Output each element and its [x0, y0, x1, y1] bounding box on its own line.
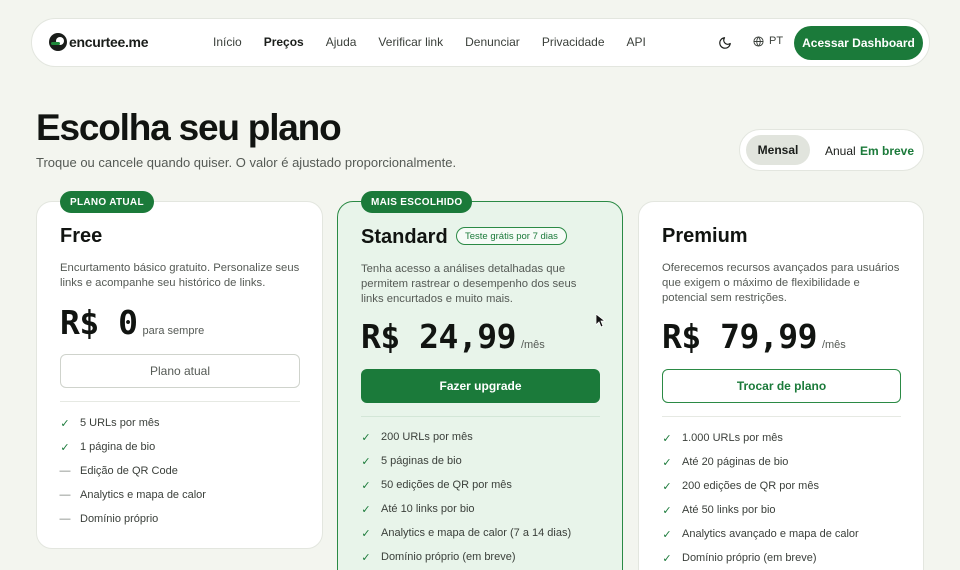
feature-item: ✓ 200 URLs por mês	[361, 431, 473, 444]
feature-item: ✓ Analytics e mapa de calor (7 a 14 dias)	[361, 527, 572, 540]
check-icon: ✓	[662, 504, 672, 517]
nav-link-verificar-link[interactable]: Verificar link	[378, 35, 443, 49]
check-icon: ✓	[662, 480, 672, 493]
mouse-cursor-icon	[596, 314, 606, 328]
price-value: R$ 79,99	[662, 317, 817, 356]
feature-item: ✓ Domínio próprio (em breve)	[662, 552, 817, 565]
check-icon: ✓	[60, 441, 70, 454]
moon-icon	[719, 37, 731, 49]
nav-link-ajuda[interactable]: Ajuda	[326, 35, 357, 49]
free-trial-badge: Teste grátis por 7 dias	[456, 227, 567, 245]
check-icon: ✓	[361, 455, 371, 468]
page-subtitle: Troque ou cancele quando quiser. O valor…	[36, 155, 457, 170]
check-icon: ✓	[60, 417, 70, 430]
plan-card-free: PLANO ATUAL Free Encurtamento básico gra…	[36, 191, 323, 549]
plan-price: R$ 0 para sempre	[60, 303, 204, 342]
logo-icon	[49, 33, 67, 51]
billing-toggle: Mensal Anual Em breve	[739, 129, 924, 171]
dash-icon: —	[59, 513, 71, 525]
language-selector[interactable]: PT	[753, 35, 783, 47]
current-plan-button[interactable]: Plano atual	[60, 354, 300, 388]
price-period: para sempre	[142, 325, 205, 337]
nav-link-api[interactable]: API	[627, 35, 646, 49]
price-period: /mês	[520, 339, 545, 351]
check-icon: ✓	[662, 528, 672, 541]
check-icon: ✓	[361, 479, 371, 492]
most-chosen-badge: MAIS ESCOLHIDO	[361, 191, 473, 213]
dash-icon: —	[59, 465, 71, 477]
price-period: /mês	[821, 339, 846, 351]
feature-item: ✓ 50 edições de QR por mês	[361, 479, 512, 492]
logo[interactable]: encurtee.me	[49, 33, 148, 51]
plan-price: R$ 24,99 /mês	[361, 317, 545, 356]
plan-name: Standard	[361, 226, 448, 248]
plan-card-standard: MAIS ESCOLHIDO Standard Teste grátis por…	[337, 191, 623, 570]
plan-name: Premium	[662, 225, 748, 247]
feature-item: — Analytics e mapa de calor	[59, 489, 206, 501]
check-icon: ✓	[662, 432, 672, 445]
current-plan-badge: PLANO ATUAL	[60, 191, 154, 213]
nav-link-denunciar[interactable]: Denunciar	[465, 35, 520, 49]
top-navbar: encurtee.me Início Preços Ajuda Verifica…	[31, 18, 930, 67]
plan-card-premium: Premium Oferecemos recursos avançados pa…	[638, 201, 924, 570]
coming-soon-badge: Em breve	[860, 144, 915, 158]
page-title: Escolha seu plano	[36, 107, 342, 148]
billing-monthly-option[interactable]: Mensal	[746, 135, 810, 165]
check-icon: ✓	[361, 527, 371, 540]
price-value: R$ 0	[60, 303, 138, 342]
feature-item: ✓ 5 páginas de bio	[361, 455, 462, 468]
feature-item: ✓ 1.000 URLs por mês	[662, 432, 783, 445]
nav-link-inicio[interactable]: Início	[213, 35, 242, 49]
upgrade-button[interactable]: Fazer upgrade	[361, 369, 600, 403]
plan-description: Encurtamento básico gratuito. Personaliz…	[60, 262, 300, 289]
price-value: R$ 24,99	[361, 317, 516, 356]
plan-name: Free	[60, 225, 103, 247]
plan-price: R$ 79,99 /mês	[662, 317, 846, 356]
feature-list: ✓ 1.000 URLs por mês ✓ Até 20 páginas de b…	[662, 426, 859, 570]
feature-item: — Edição de QR Code	[59, 465, 178, 477]
theme-toggle-button[interactable]	[716, 34, 734, 52]
feature-item: ✓ Até 10 links por bio	[361, 503, 475, 516]
feature-item: ✓ 1 página de bio	[60, 441, 156, 454]
language-label: PT	[769, 35, 784, 47]
feature-item: ✓ Até 20 páginas de bio	[662, 456, 789, 469]
divider	[361, 416, 600, 417]
feature-item: — Domínio próprio	[59, 513, 159, 525]
check-icon: ✓	[361, 551, 371, 564]
logo-text: encurtee.me	[69, 34, 149, 50]
divider	[662, 416, 901, 417]
globe-icon	[753, 35, 764, 47]
feature-item: ✓ Domínio próprio (em breve)	[361, 551, 516, 564]
check-icon: ✓	[662, 552, 672, 565]
change-plan-button[interactable]: Trocar de plano	[662, 369, 901, 403]
nav-link-privacidade[interactable]: Privacidade	[542, 35, 605, 49]
feature-item: ✓ Até 50 links por bio	[662, 504, 776, 517]
nav-link-precos[interactable]: Preços	[264, 35, 304, 49]
check-icon: ✓	[662, 456, 672, 469]
plan-description: Oferecemos recursos avançados para usuár…	[662, 262, 900, 304]
billing-annual-option[interactable]: Anual	[825, 144, 856, 158]
feature-item: ✓ Analytics avançado e mapa de calor	[662, 528, 859, 541]
feature-item: ✓ 5 URLs por mês	[60, 417, 160, 430]
nav-links: Início Preços Ajuda Verificar link Denun…	[213, 35, 668, 49]
plan-description: Tenha acesso a análises detalhadas que p…	[361, 263, 577, 305]
check-icon: ✓	[361, 431, 371, 444]
dashboard-button[interactable]: Acessar Dashboard	[794, 26, 923, 60]
feature-list: ✓ 200 URLs por mês ✓ 5 páginas de bio ✓ 50 …	[361, 425, 571, 569]
check-icon: ✓	[361, 503, 371, 516]
divider	[60, 401, 300, 402]
feature-list: ✓ 5 URLs por mês ✓ 1 página de bio — Edição…	[60, 411, 206, 531]
dash-icon: —	[59, 489, 71, 501]
feature-item: ✓ 200 edições de QR por mês	[662, 480, 819, 493]
